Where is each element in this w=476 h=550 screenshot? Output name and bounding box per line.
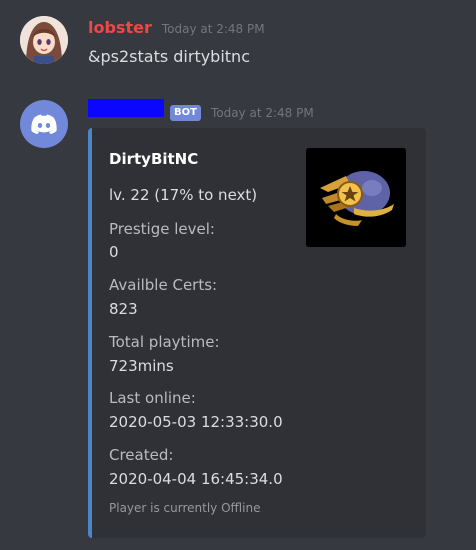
field-value: 823 (109, 300, 138, 318)
field-label: Total playtime: (109, 333, 220, 351)
redacted-bot-name[interactable] (88, 99, 164, 117)
bot-badge: BOT (170, 105, 201, 121)
level-line: lv. 22 (17% to next) (109, 186, 258, 204)
timestamp: Today at 2:48 PM (210, 106, 314, 120)
field-value: 0 (109, 243, 119, 261)
field-value: 723mins (109, 357, 174, 375)
emblem-icon (306, 148, 406, 247)
bot-avatar[interactable] (20, 100, 68, 148)
embed-thumbnail[interactable] (306, 148, 406, 247)
field-label: Availble Certs: (109, 276, 218, 294)
embed-title: DirtyBitNC (109, 150, 199, 168)
stats-embed: DirtyBitNC lv. 22 (17% to next) Prestige… (88, 128, 426, 538)
timestamp: Today at 2:48 PM (161, 22, 265, 36)
field-label: Created: (109, 446, 174, 464)
message-2-header: BOT Today at 2:48 PM (88, 99, 314, 123)
message-text: &ps2stats dirtybitnc (88, 47, 250, 66)
discord-logo-icon (31, 114, 57, 134)
user-avatar[interactable] (20, 16, 68, 64)
field-value: 2020-05-03 12:33:30.0 (109, 413, 283, 431)
embed-footer: Player is currently Offline (109, 501, 261, 515)
field-label: Last online: (109, 389, 196, 407)
field-value: 2020-04-04 16:45:34.0 (109, 470, 283, 488)
username[interactable]: lobster (88, 18, 152, 37)
field-label: Prestige level: (109, 220, 215, 238)
message-1-header: lobster Today at 2:48 PM (88, 18, 265, 42)
